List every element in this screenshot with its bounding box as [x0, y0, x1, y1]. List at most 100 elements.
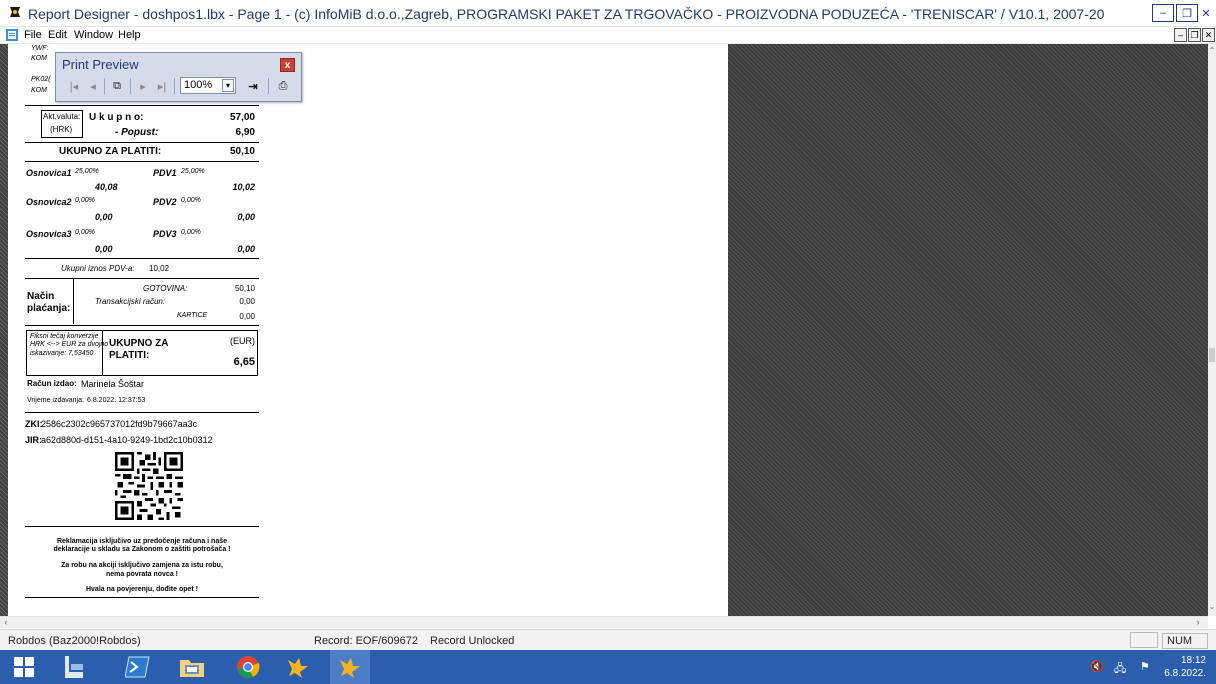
taskbar-chrome[interactable]: [228, 650, 268, 684]
horizontal-scrollbar[interactable]: ‹ ›: [0, 616, 1208, 628]
pdv1-value: 10,02: [232, 182, 255, 192]
divider: [25, 105, 259, 106]
vertical-divider: [73, 278, 74, 324]
ukupno-label: U k u p n o:: [89, 112, 144, 123]
divider: [25, 142, 259, 143]
fiksni-tecaj-line-1: Fiksni tečaj konverzije: [30, 333, 99, 340]
scroll-down-icon[interactable]: ⌄: [1208, 602, 1216, 612]
nacin-placanja-label-2: plaćanja:: [27, 303, 71, 314]
taskbar-app-2-active[interactable]: [330, 650, 370, 684]
menu-window[interactable]: Window: [74, 29, 113, 41]
jir-label: JIR:: [25, 435, 43, 445]
eur-total-value: 6,65: [233, 356, 255, 368]
last-page-icon[interactable]: ▸|: [154, 77, 170, 95]
vertical-scrollbar[interactable]: ⌃ ⌄: [1208, 44, 1216, 616]
eur-currency: (EUR): [230, 336, 255, 346]
pdv1-pct: 25,00%: [181, 168, 205, 175]
windows-icon: [14, 657, 34, 677]
empty-workspace: [728, 44, 1208, 616]
osnovica1-value: 40,08: [95, 182, 118, 192]
ukupni-pdv-label: Ukupni iznos PDV-a:: [61, 264, 135, 273]
previous-page-icon[interactable]: ◂: [86, 77, 100, 95]
vrijeme-label: Vrijeme izdavanja:: [27, 397, 84, 404]
item-code: PK02(: [31, 76, 51, 83]
divider: [25, 278, 259, 279]
scroll-thumb[interactable]: [1209, 348, 1215, 362]
osnovica3-value: 0,00: [95, 244, 113, 254]
multiple-pages-icon[interactable]: ⧉: [108, 77, 126, 95]
item-unit: KOM: [31, 87, 47, 94]
eur-total-label-2: PLATITI:: [109, 350, 150, 361]
popust-value: 6,90: [235, 127, 255, 138]
qr-code-icon: [115, 452, 183, 520]
mdi-close-button[interactable]: ✕: [1202, 28, 1215, 42]
mdi-restore-button[interactable]: ❐: [1188, 28, 1201, 42]
status-database: Robdos (Baz2000!Robdos): [8, 635, 141, 647]
toolbar-separator: [268, 78, 269, 94]
ukupno-platiti-value: 50,10: [229, 146, 255, 157]
print-preview-title: Print Preview: [62, 57, 139, 72]
divider: [25, 412, 259, 413]
footer-line-5: Hvala na povjerenju, dođite opet !: [85, 586, 199, 593]
status-bar: Robdos (Baz2000!Robdos) Record: EOF/6096…: [0, 629, 1216, 650]
footer-line-2: deklaracije u skladu sa Zakonom o zaštit…: [53, 546, 231, 553]
kartice-label: KARTICE: [177, 312, 208, 319]
transakcijski-label: Transakcijski račun:: [95, 297, 166, 306]
fox-app-icon: [288, 658, 308, 678]
racun-izdao-label: Račun izdao:: [27, 379, 77, 388]
network-icon[interactable]: 🖧: [1114, 660, 1126, 679]
popust-label: - Popust:: [115, 127, 159, 138]
gotovina-value: 50,10: [234, 284, 255, 293]
clock[interactable]: 18:12 6.8.2022.: [1164, 654, 1206, 680]
volume-muted-icon[interactable]: 🔇: [1090, 660, 1104, 673]
ukupno-value: 57,00: [229, 112, 255, 123]
next-page-icon[interactable]: ▸: [136, 77, 150, 95]
scroll-right-icon[interactable]: ›: [1192, 617, 1204, 629]
eur-total-label: UKUPNO ZA: [109, 338, 169, 349]
maximize-button[interactable]: ❐: [1176, 4, 1198, 22]
menu-edit[interactable]: Edit: [48, 29, 67, 41]
left-margin: [0, 44, 8, 616]
taskbar-powershell[interactable]: [118, 650, 158, 684]
pdv3-pct: 0,00%: [181, 229, 201, 236]
scroll-up-icon[interactable]: ⌃: [1208, 46, 1216, 56]
taskbar: 🔇 🖧 ⚑ 18:12 6.8.2022.: [0, 650, 1216, 684]
divider: [25, 597, 259, 598]
start-button[interactable]: [0, 650, 48, 684]
jir-value: a62d880d-d151-4a10-9249-1bd2c10b0312: [41, 435, 213, 445]
divider: [25, 258, 259, 259]
toolbar-separator: [130, 78, 131, 94]
ukupno-platiti-label: UKUPNO ZA PLATITI:: [59, 146, 162, 157]
clock-date: 6.8.2022.: [1164, 668, 1206, 679]
mdi-minimize-button[interactable]: –: [1174, 28, 1187, 42]
transakcijski-value: 0,00: [239, 297, 255, 306]
minimize-button[interactable]: –: [1152, 4, 1174, 22]
receipt: YWF: KOM PK02( KOM Akt.valuta: (HRK) U k…: [25, 44, 259, 604]
fiksni-tecaj-line-2: HRK <--> EUR za dvojno: [30, 341, 109, 348]
taskbar-app-1[interactable]: [278, 650, 318, 684]
printer-icon[interactable]: ⎙: [274, 77, 292, 95]
toolbar-separator: [104, 78, 105, 94]
osnovica1-pct: 25,00%: [75, 168, 99, 175]
scroll-left-icon[interactable]: ‹: [0, 617, 12, 629]
action-center-icon[interactable]: ⚑: [1140, 660, 1150, 673]
osnovica2-pct: 0,00%: [75, 197, 95, 204]
ukupni-pdv-value: 10,02: [149, 264, 170, 273]
akt-valuta-label: Akt.valuta:: [43, 112, 81, 121]
exit-preview-icon[interactable]: ⇥: [244, 77, 262, 95]
close-icon[interactable]: x: [280, 58, 295, 72]
status-panel: [1130, 632, 1158, 648]
chevron-down-icon[interactable]: ▾: [222, 79, 234, 92]
menu-file[interactable]: File: [24, 29, 42, 41]
taskbar-file-explorer[interactable]: [172, 650, 212, 684]
zoom-select[interactable]: 100% ▾: [180, 77, 236, 94]
close-button[interactable]: ✕: [1198, 4, 1214, 22]
print-preview-window[interactable]: Print Preview x |◂ ◂ ⧉ ▸ ▸| 100% ▾ ⇥ ⎙: [55, 52, 302, 102]
footer-line-4: nema povrata novca !: [106, 571, 178, 578]
zoom-value: 100%: [184, 79, 213, 91]
first-page-icon[interactable]: |◂: [66, 77, 82, 95]
gotovina-label: GOTOVINA:: [143, 284, 188, 293]
menu-help[interactable]: Help: [118, 29, 141, 41]
taskbar-server-manager[interactable]: [54, 650, 94, 684]
pdv3-label: PDV3: [153, 229, 177, 239]
